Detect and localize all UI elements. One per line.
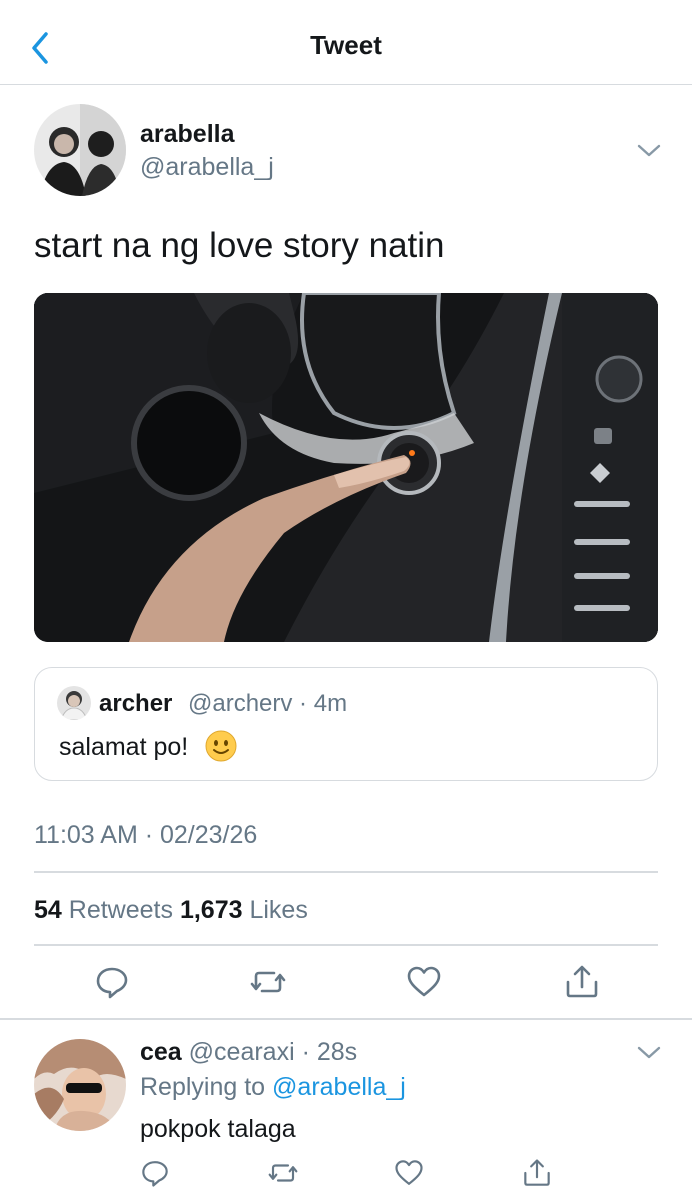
divider [0,1018,692,1020]
divider [34,871,658,873]
replying-to-handle[interactable]: @arabella_j [272,1073,406,1101]
retweet-icon[interactable] [250,964,286,1000]
top-bar: Tweet [0,0,692,85]
quoted-tweet[interactable]: archer @archerv · 4m salamat po! [34,667,658,781]
tweet-timestamp: 11:03 AM · 02/23/26 [34,821,258,849]
retweet-icon[interactable] [268,1158,298,1188]
chevron-down-icon[interactable] [636,142,662,160]
reply-avatar[interactable] [34,1039,126,1131]
reply-text: pokpok talaga [140,1115,296,1143]
like-icon[interactable] [394,1158,424,1188]
reply-header: cea @cearaxi · 28s [140,1038,357,1067]
quoted-handle-time[interactable]: @archerv · 4m [188,690,347,718]
share-icon[interactable] [522,1158,552,1188]
reply-name[interactable]: cea [140,1038,182,1066]
chevron-down-icon[interactable] [636,1044,662,1062]
quoted-text: salamat po! [59,733,189,761]
share-icon[interactable] [564,964,600,1000]
tweet-text: start na ng love story natin [34,226,445,265]
divider [34,944,658,946]
likes-label[interactable]: Likes [249,896,307,924]
reply-actions [0,1158,692,1198]
tweet-stats: 54 Retweets 1,673 Likes [34,896,308,925]
page-title: Tweet [310,30,382,60]
reply-icon[interactable] [140,1158,170,1188]
retweets-count[interactable]: 54 [34,896,62,924]
tweet-actions [0,964,692,1004]
reply-handle-time[interactable]: @cearaxi · 28s [189,1038,358,1066]
reply-icon[interactable] [94,964,130,1000]
replying-prefix: Replying to [140,1073,266,1101]
tweet-media[interactable] [34,293,658,642]
slightly-smiling-face-icon [205,730,237,762]
replying-to: Replying to @arabella_j [140,1073,406,1102]
retweets-label[interactable]: Retweets [69,896,173,924]
quoted-name[interactable]: archer [99,690,172,718]
author-avatar[interactable] [34,104,126,196]
likes-count[interactable]: 1,673 [180,896,243,924]
like-icon[interactable] [406,964,442,1000]
author-handle[interactable]: @arabella_j [140,153,274,182]
quoted-avatar[interactable] [57,686,91,720]
author-name[interactable]: arabella [140,120,235,149]
